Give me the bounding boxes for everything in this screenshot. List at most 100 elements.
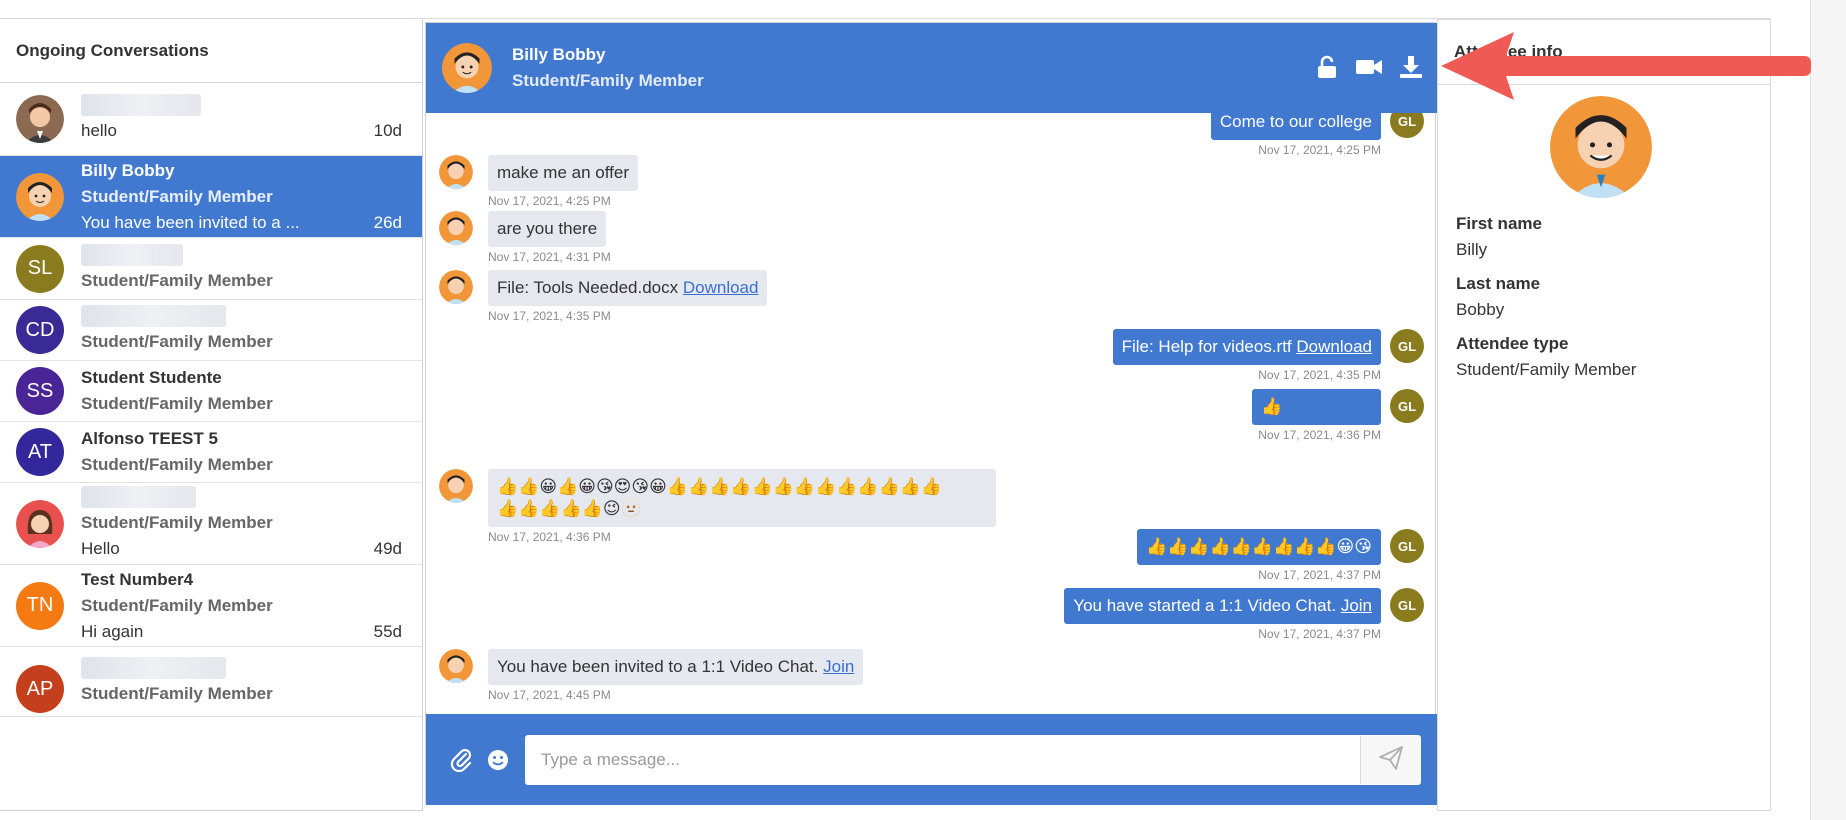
annotation-arrow (1436, 26, 1811, 106)
contact-type: Student/Family Member (81, 332, 273, 351)
message-outgoing: Come to our college Nov 17, 2021, 4:25 P… (1210, 113, 1381, 157)
message-timestamp: Nov 17, 2021, 4:37 PM (1258, 568, 1381, 582)
join-link[interactable]: Join (1341, 596, 1372, 615)
sender-avatar (439, 649, 473, 683)
redacted-name (81, 485, 196, 508)
last-message: Hi again (81, 621, 144, 641)
conversation-item[interactable]: AP Student/Family Member (0, 647, 422, 717)
avatar: SS (16, 367, 64, 415)
redacted-name (81, 305, 226, 327)
conversation-item[interactable]: AT Alfonso TEEST 5 Student/Family Member (0, 422, 422, 483)
redacted-name (81, 94, 201, 116)
smiley-icon[interactable] (485, 747, 511, 773)
contact-type: Student/Family Member (81, 595, 273, 615)
contact-name: Alfonso TEEST 5 (81, 429, 218, 448)
message-outgoing: File: Help for videos.rtf Download Nov 1… (1112, 329, 1381, 382)
message-timestamp: Nov 17, 2021, 4:25 PM (1258, 143, 1381, 157)
sender-avatar: GL (1390, 588, 1424, 622)
message-bubble: File: Tools Needed.docx Download (488, 270, 768, 306)
conversation-item[interactable]: SS Student Studente Student/Family Membe… (0, 361, 422, 422)
message-age: 26d (373, 212, 402, 232)
avatar (442, 43, 492, 93)
message-bubble: File: Help for videos.rtf Download (1112, 329, 1381, 365)
message-incoming: are you there Nov 17, 2021, 4:31 PM (488, 211, 611, 264)
contact-type: Student/Family Member (81, 394, 273, 413)
message-list[interactable]: Come to our college Nov 17, 2021, 4:25 P… (426, 113, 1437, 713)
download-icon[interactable] (1397, 53, 1425, 81)
message-input[interactable] (525, 735, 1421, 785)
message-incoming: File: Tools Needed.docx Download Nov 17,… (488, 270, 768, 323)
chat-header: Billy Bobby Student/Family Member (426, 23, 1437, 113)
message-bubble: 👍👍👍👍👍👍👍👍👍😀😘 (1137, 529, 1381, 565)
join-link[interactable]: Join (823, 657, 854, 676)
avatar (16, 499, 64, 548)
sender-avatar (439, 155, 473, 189)
avatar (16, 95, 64, 143)
send-icon (1378, 745, 1404, 776)
chat-panel: Billy Bobby Student/Family Member Come t… (425, 22, 1437, 805)
message-outgoing: You have started a 1:1 Video Chat. Join … (1064, 588, 1381, 641)
redacted-name (81, 243, 183, 266)
download-link[interactable]: Download (1296, 337, 1372, 356)
conversation-item-active[interactable]: Billy Bobby Student/Family Member You ha… (0, 156, 422, 238)
message-timestamp: Nov 17, 2021, 4:31 PM (488, 250, 611, 264)
sender-avatar (439, 469, 473, 503)
page-scrollbar[interactable] (1810, 0, 1846, 820)
message-bubble: 👍 (1252, 389, 1381, 425)
contact-type: Student/Family Member (81, 186, 273, 206)
contact-type: Student/Family Member (81, 270, 273, 290)
avatar: TN (16, 581, 64, 630)
avatar: AP (16, 665, 64, 713)
paperclip-icon[interactable] (448, 747, 474, 773)
sender-avatar: GL (1390, 529, 1424, 563)
attendee-type-label: Attendee type (1456, 334, 1569, 353)
message-incoming: make me an offer Nov 17, 2021, 4:25 PM (488, 155, 638, 208)
file-name: File: Help for videos.rtf (1121, 337, 1292, 356)
message-age: 49d (373, 538, 402, 558)
message-incoming: You have been invited to a 1:1 Video Cha… (488, 649, 864, 702)
conversation-item[interactable]: hello 10d (0, 83, 422, 156)
redacted-name (81, 657, 226, 679)
last-name-field: Last name Bobby (1456, 271, 1540, 323)
video-camera-icon[interactable] (1355, 53, 1383, 81)
first-name-value: Billy (1456, 240, 1488, 259)
message-outgoing: 👍 Nov 17, 2021, 4:36 PM (1252, 389, 1381, 442)
contact-name: Test Number4 (81, 569, 194, 589)
last-name-value: Bobby (1456, 300, 1505, 319)
last-message: Hello (81, 538, 120, 558)
avatar: SL (16, 244, 64, 293)
attendee-info-panel: Attendee info First name Billy Last name… (1437, 19, 1771, 811)
conversation-item[interactable]: CD Student/Family Member (0, 300, 422, 361)
message-timestamp: Nov 17, 2021, 4:35 PM (488, 309, 611, 323)
message-text: You have been invited to a 1:1 Video Cha… (497, 657, 819, 676)
message-timestamp: Nov 17, 2021, 4:37 PM (1258, 627, 1381, 641)
sender-avatar: GL (1390, 113, 1424, 138)
contact-type: Student/Family Member (81, 512, 273, 532)
conversation-item[interactable]: SL Student/Family Member (0, 238, 422, 300)
first-name-label: First name (1456, 214, 1542, 233)
download-link[interactable]: Download (683, 278, 759, 297)
conversations-sidebar: Ongoing Conversations hello 10d Billy Bo… (0, 19, 423, 811)
last-message: You have been invited to a ... (81, 212, 300, 232)
file-name: File: Tools Needed.docx (497, 278, 679, 297)
message-timestamp: Nov 17, 2021, 4:25 PM (488, 194, 611, 208)
message-incoming: 👍👍😀👍😀😘😍😘😀👍👍👍👍👍👍👍👍👍👍👍👍👍 👍👍👍👍👍😉🫥 Nov 17, 2… (488, 469, 996, 544)
attendee-type-field: Attendee type Student/Family Member (1456, 331, 1636, 383)
contact-name: Student Studente (81, 368, 222, 387)
send-button[interactable] (1360, 736, 1420, 784)
last-name-label: Last name (1456, 274, 1541, 293)
message-bubble: You have been invited to a 1:1 Video Cha… (488, 649, 864, 685)
message-age: 55d (373, 621, 402, 641)
message-bubble: You have started a 1:1 Video Chat. Join (1064, 588, 1381, 624)
contact-type: Student/Family Member (81, 684, 273, 703)
sender-avatar (439, 270, 473, 304)
message-bubble: 👍👍😀👍😀😘😍😘😀👍👍👍👍👍👍👍👍👍👍👍👍👍 👍👍👍👍👍😉🫥 (488, 469, 996, 527)
conversation-item[interactable]: TN Test Number4 Student/Family Member Hi… (0, 565, 422, 647)
sender-avatar (439, 211, 473, 245)
message-outgoing: 👍👍👍👍👍👍👍👍👍😀😘 Nov 17, 2021, 4:37 PM (1137, 529, 1381, 582)
message-text: You have started a 1:1 Video Chat. (1073, 596, 1337, 615)
avatar (16, 172, 64, 221)
conversation-item[interactable]: Student/Family Member Hello 49d (0, 483, 422, 565)
chat-contact-type: Student/Family Member (512, 71, 704, 90)
lock-open-icon[interactable] (1313, 53, 1341, 81)
